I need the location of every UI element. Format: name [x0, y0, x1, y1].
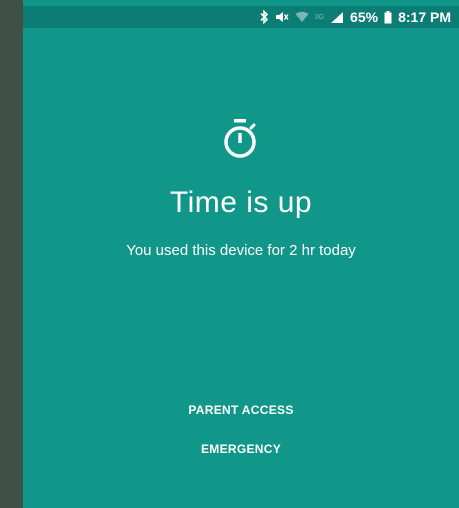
page-title: Time is up — [169, 186, 313, 219]
battery-percent: 65% — [350, 9, 379, 25]
lock-screen: 3G 65% 8:17 PM Time is up You used this … — [23, 0, 459, 508]
bluetooth-icon — [259, 10, 269, 24]
usage-message: You used this device for 2 hr today — [126, 242, 356, 259]
battery-icon — [384, 10, 392, 24]
status-icons: 3G 65% 8:17 PM — [259, 8, 451, 26]
parent-access-button[interactable]: PARENT ACCESS — [141, 403, 341, 417]
wifi-icon — [295, 11, 309, 23]
emergency-button[interactable]: EMERGENCY — [141, 442, 341, 456]
status-bar: 3G 65% 8:17 PM — [23, 6, 459, 28]
clock-time: 8:17 PM — [398, 9, 451, 25]
network-type-label: 3G — [314, 13, 325, 21]
device-frame: 3G 65% 8:17 PM Time is up You used this … — [0, 0, 459, 508]
signal-icon — [330, 11, 344, 23]
mute-icon — [275, 10, 289, 24]
timer-icon — [218, 116, 262, 160]
